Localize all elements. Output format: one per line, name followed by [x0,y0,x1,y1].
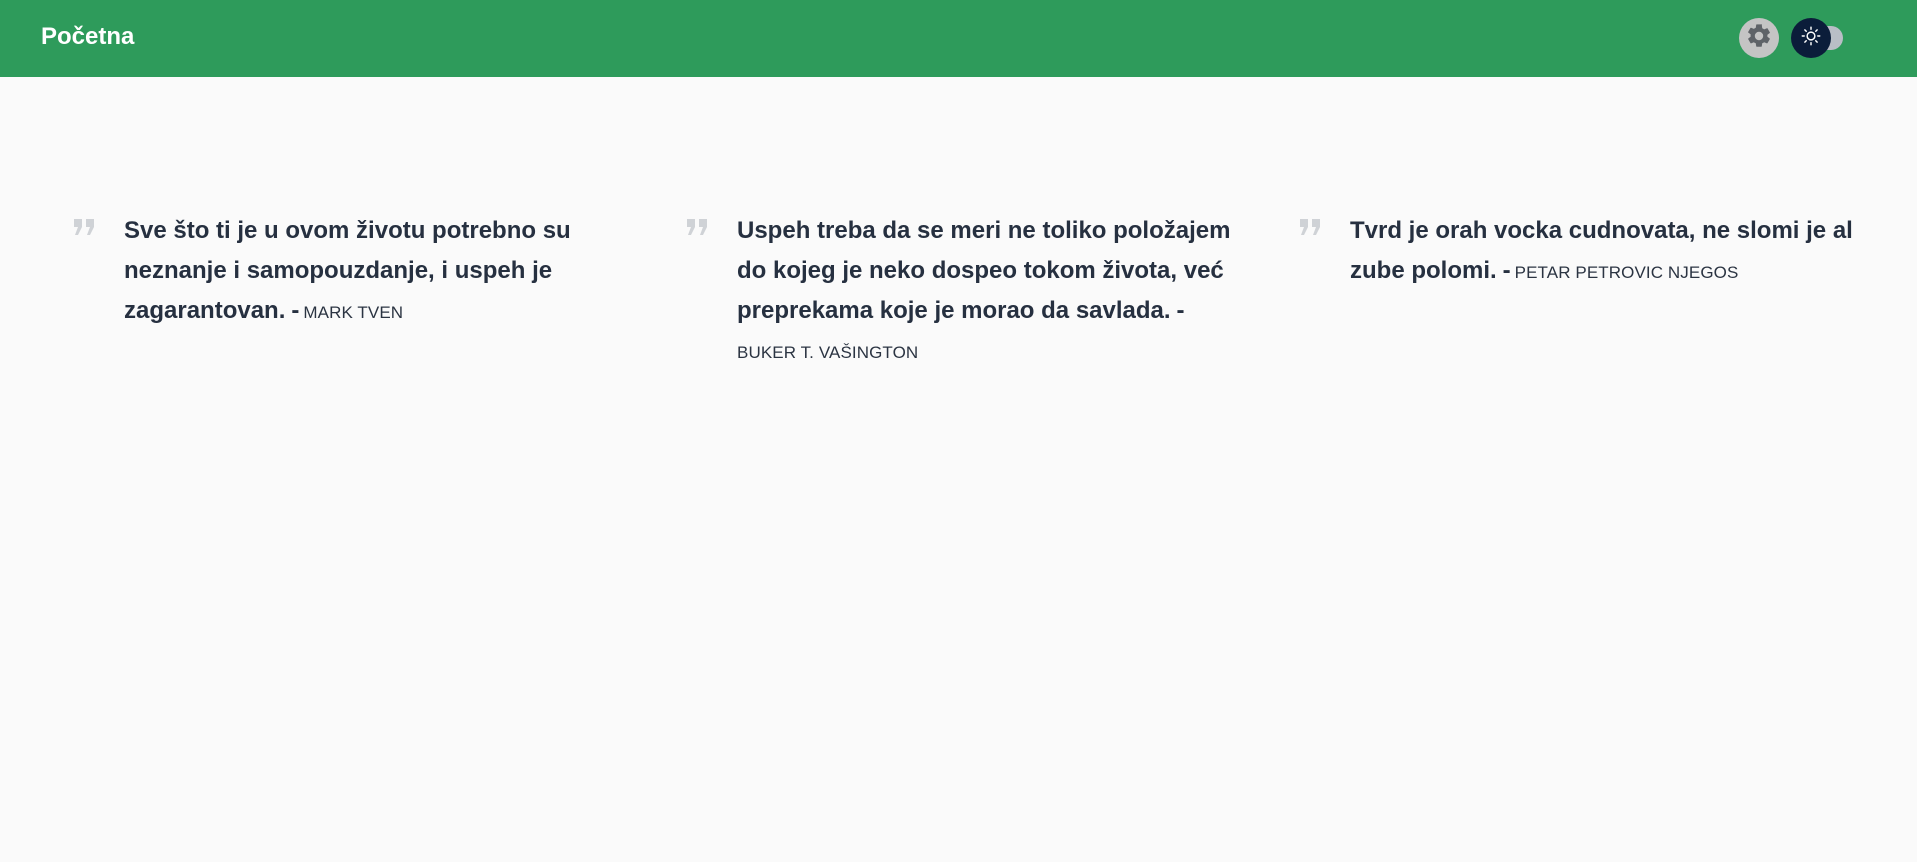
quote-author: BUKER T. VAŠINGTON [737,343,919,362]
quote-mark-icon [686,217,714,239]
quote-dash: - [1502,257,1511,284]
quote-body: Tvrd je orah vocka cudnovata, ne slomi j… [1350,211,1860,293]
settings-button[interactable] [1739,18,1779,58]
quote-text: Uspeh treba da se meri ne toliko položaj… [737,217,1231,324]
quote-mark-icon [1299,217,1327,239]
gear-icon [1745,22,1773,55]
quote-dash: - [291,297,300,324]
quote-author: PETAR PETROVIC NJEGOS [1514,263,1739,282]
page-title: Početna [41,23,135,50]
quote-body: Sve što ti je u ovom životu potrebno su … [124,211,634,333]
toggle-thumb [1791,18,1831,58]
top-app-bar: Početna [0,0,1917,77]
quote-dash: - [1176,297,1185,324]
theme-toggle-switch[interactable] [1791,18,1851,58]
quote-mark-icon [73,217,101,239]
sun-icon [1800,25,1822,52]
quote-body: Uspeh treba da se meri ne toliko položaj… [737,211,1247,373]
quote-author: MARK TVEN [303,303,404,322]
